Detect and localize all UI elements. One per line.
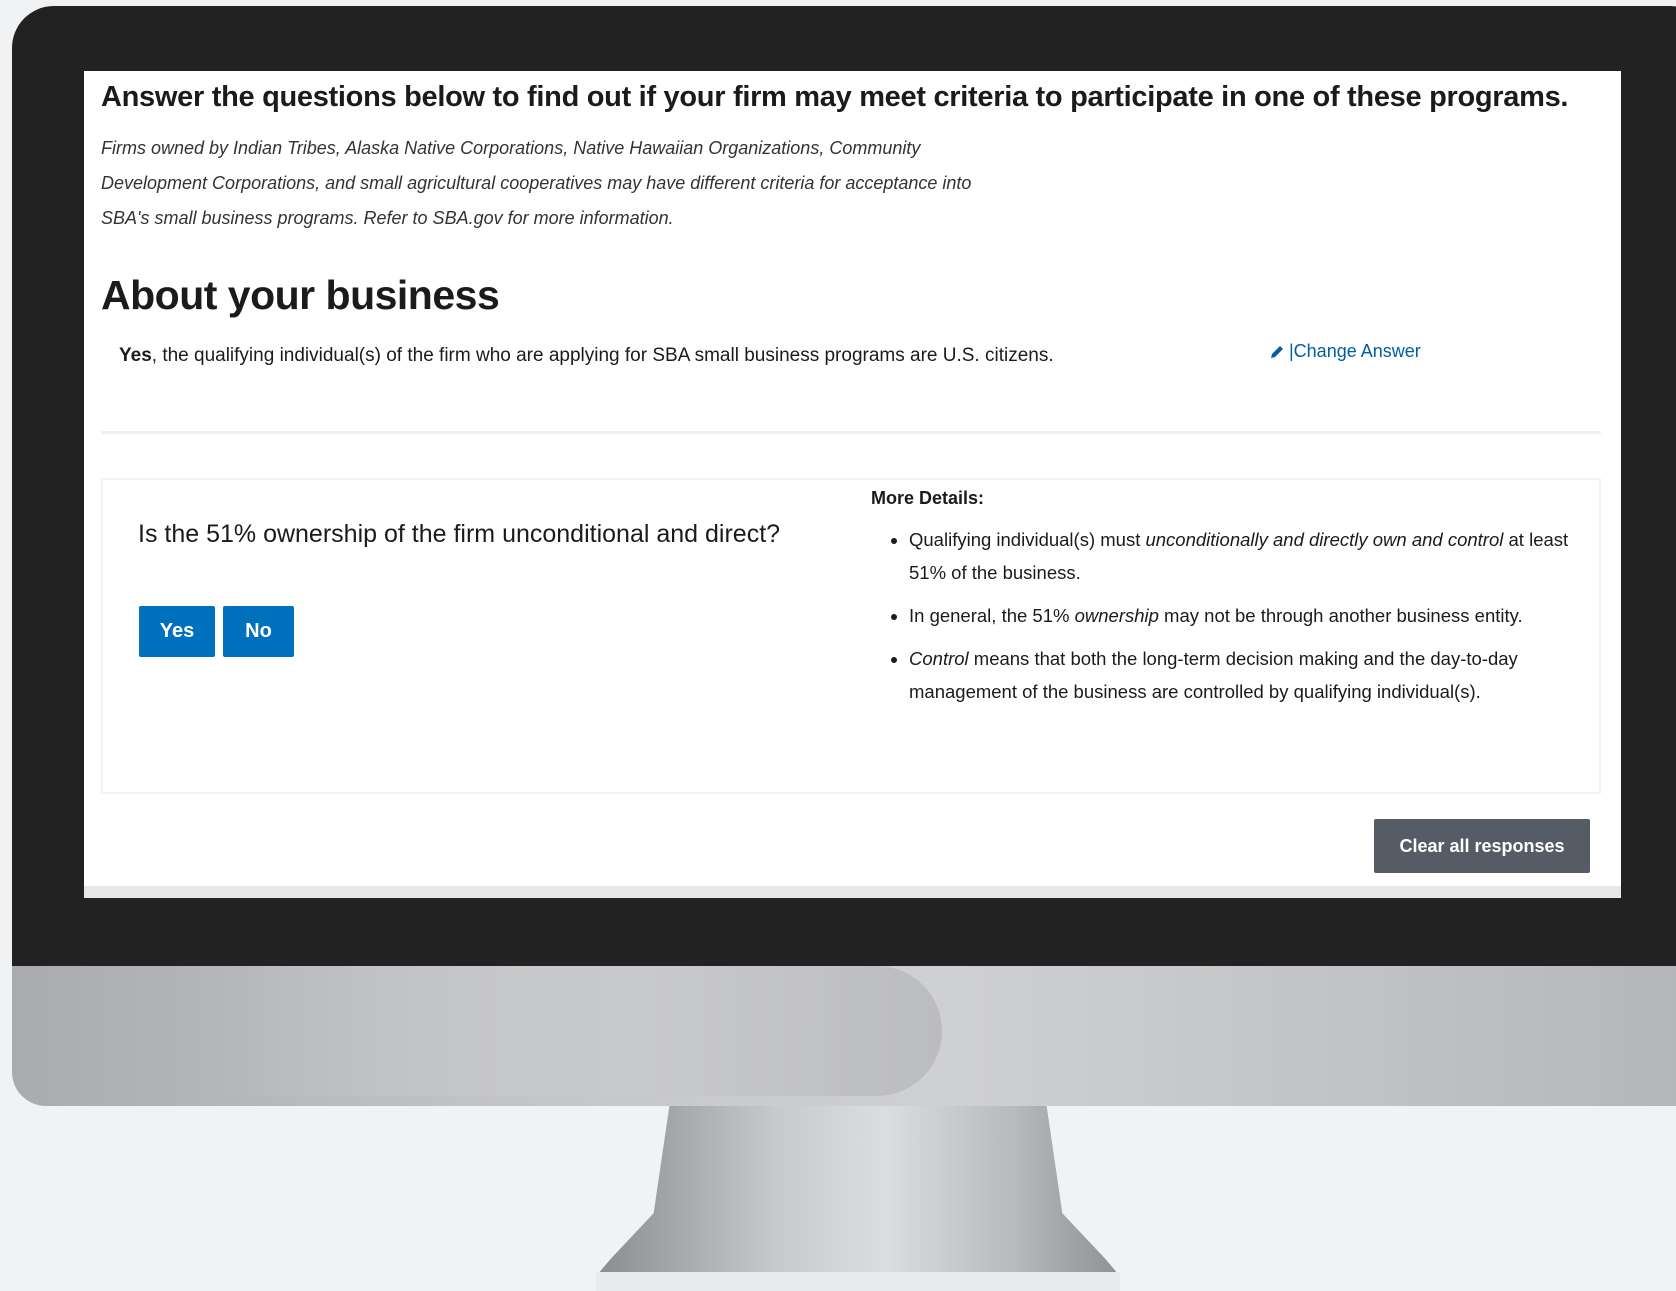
change-answer-label: |Change Answer: [1289, 341, 1421, 361]
details-item: In general, the 51% ownership may not be…: [909, 599, 1591, 632]
details-item-emphasis: unconditionally and directly own and con…: [1145, 529, 1504, 550]
details-item-text: Qualifying individual(s) must: [909, 529, 1146, 550]
details-item: Qualifying individual(s) must unconditio…: [909, 523, 1591, 589]
clear-all-responses-button[interactable]: Clear all responses: [1374, 819, 1590, 873]
page-heading: Answer the questions below to find out i…: [101, 81, 1569, 113]
details-item-emphasis: ownership: [1074, 605, 1159, 626]
change-answer-link[interactable]: |Change Answer: [1269, 341, 1421, 362]
details-item-emphasis: Control: [909, 648, 969, 669]
answered-question-row: Yes, the qualifying individual(s) of the…: [101, 339, 1601, 434]
monitor-stand: [596, 1106, 1120, 1291]
more-details-panel: More Details: Qualifying individual(s) m…: [871, 488, 1591, 718]
more-details-title: More Details:: [871, 488, 985, 508]
monitor-chin-shine: [212, 966, 942, 1096]
yes-button[interactable]: Yes: [139, 606, 215, 657]
answered-statement: , the qualifying individual(s) of the fi…: [151, 345, 1054, 366]
pencil-icon: [1271, 345, 1283, 358]
answered-question-text: Yes, the qualifying individual(s) of the…: [119, 339, 1119, 372]
monitor-stand-base: [596, 1272, 1120, 1291]
details-item-text: In general, the 51%: [909, 605, 1075, 626]
screen-bottom-edge: [84, 886, 1621, 898]
question-card: Is the 51% ownership of the firm uncondi…: [101, 478, 1601, 794]
question-text: Is the 51% ownership of the firm uncondi…: [138, 520, 781, 548]
details-item: Control means that both the long-term de…: [909, 642, 1591, 708]
more-details-list: Qualifying individual(s) must unconditio…: [871, 523, 1591, 708]
monitor-screen: Answer the questions below to find out i…: [84, 71, 1621, 898]
section-title: About your business: [101, 272, 500, 318]
intro-note: Firms owned by Indian Tribes, Alaska Nat…: [101, 138, 972, 228]
no-button[interactable]: No: [223, 606, 294, 657]
details-item-text: means that both the long-term decision m…: [909, 648, 1518, 702]
details-item-text: may not be through another business enti…: [1158, 605, 1523, 626]
answered-value: Yes: [119, 345, 152, 366]
monitor-chin: [12, 966, 1676, 1106]
